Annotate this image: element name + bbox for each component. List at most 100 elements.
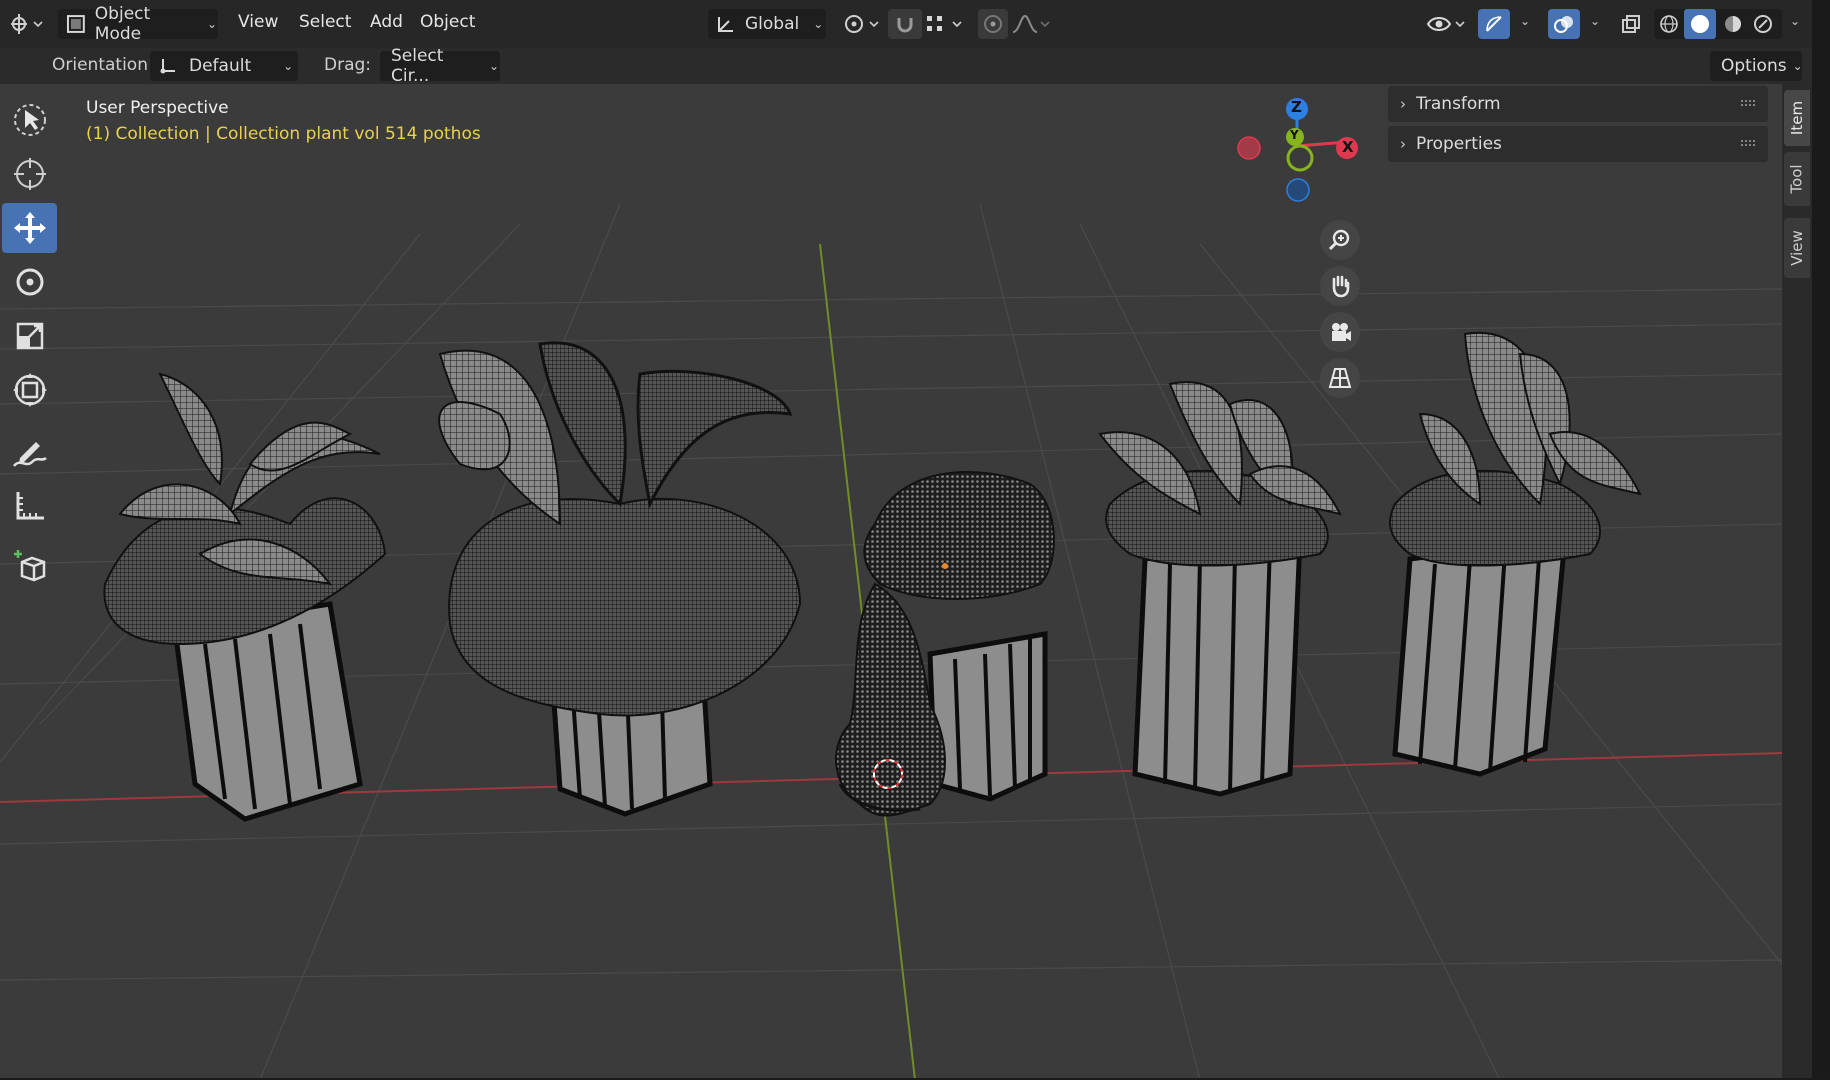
drag-grip-icon[interactable] bbox=[1740, 99, 1756, 107]
shading-rendered-button[interactable] bbox=[1748, 9, 1778, 39]
xray-toggle[interactable] bbox=[1616, 9, 1646, 39]
shading-dropdown-chevron-icon[interactable]: ⌄ bbox=[1790, 14, 1800, 28]
tab-item-label: Item bbox=[1788, 100, 1806, 136]
transform-panel-label: Transform bbox=[1416, 94, 1501, 114]
eye-icon bbox=[1426, 17, 1465, 31]
chevron-right-icon: › bbox=[1400, 135, 1406, 153]
plant-1[interactable] bbox=[103, 372, 387, 822]
options-dropdown[interactable]: Options ⌄ bbox=[1710, 51, 1803, 81]
xray-icon bbox=[1622, 15, 1640, 33]
overlays-icon bbox=[1554, 16, 1573, 33]
viewport-header: Object Mode ⌄ View Select Add Object Glo… bbox=[0, 0, 1830, 48]
material-sphere-icon bbox=[1725, 16, 1741, 32]
menu-add[interactable]: Add bbox=[370, 12, 403, 32]
gizmo-icon bbox=[1486, 16, 1502, 32]
plant-2[interactable] bbox=[438, 341, 802, 817]
orientation-dropdown[interactable]: Default ⌄ bbox=[150, 51, 298, 81]
orientation-axes-icon bbox=[718, 17, 733, 32]
select-cursor-icon bbox=[13, 104, 46, 136]
object-mode-icon bbox=[66, 15, 85, 33]
3d-cursor-tool-icon bbox=[13, 158, 46, 190]
overlays-toggle[interactable] bbox=[1548, 9, 1580, 39]
editor-type-button[interactable] bbox=[6, 10, 46, 38]
tab-tool-label: Tool bbox=[1788, 164, 1807, 194]
tool-measure[interactable] bbox=[2, 481, 57, 531]
tab-view[interactable]: View bbox=[1784, 218, 1810, 278]
chevron-right-icon: › bbox=[1400, 95, 1406, 113]
perspective-toggle-button[interactable] bbox=[1320, 358, 1360, 398]
collection-info: (1) Collection | Collection plant vol 51… bbox=[86, 124, 481, 144]
menu-view[interactable]: View bbox=[238, 12, 278, 32]
window-edge bbox=[1812, 0, 1830, 1080]
drag-grip-icon[interactable] bbox=[1740, 139, 1756, 147]
shading-material-button[interactable] bbox=[1718, 9, 1748, 39]
proportional-editing-toggle[interactable] bbox=[978, 9, 1008, 39]
rotate-icon bbox=[16, 268, 43, 296]
add-cube-icon bbox=[13, 550, 45, 582]
plant-4[interactable] bbox=[1098, 381, 1342, 797]
tool-move[interactable] bbox=[2, 203, 57, 253]
properties-panel-label: Properties bbox=[1416, 134, 1502, 154]
camera-icon bbox=[1332, 323, 1351, 341]
chevron-down-icon: ⌄ bbox=[813, 17, 824, 31]
shading-wireframe-button[interactable] bbox=[1654, 9, 1684, 39]
chevron-down-icon: ⌄ bbox=[206, 17, 217, 31]
gizmo-neg-y-handle[interactable] bbox=[1286, 144, 1314, 172]
gizmo-z-label: Z bbox=[1291, 98, 1302, 116]
properties-panel-header[interactable]: › Properties bbox=[1388, 126, 1768, 162]
zoom-button[interactable] bbox=[1320, 220, 1360, 260]
menu-object[interactable]: Object bbox=[420, 12, 475, 32]
gizmo-y-label: Y bbox=[1290, 128, 1299, 142]
camera-view-button[interactable] bbox=[1320, 312, 1360, 352]
view-name: User Perspective bbox=[86, 98, 229, 118]
shading-solid-button[interactable] bbox=[1684, 9, 1716, 39]
tool-transform[interactable] bbox=[2, 365, 57, 415]
transform-orientation-dropdown[interactable]: Global ⌄ bbox=[708, 9, 826, 39]
gizmo-dropdown-chevron-icon[interactable]: ⌄ bbox=[1520, 14, 1530, 28]
orientation-value: Default bbox=[189, 56, 252, 76]
zoom-magnifier-icon bbox=[1328, 229, 1350, 251]
shading-mode-group bbox=[1654, 9, 1782, 39]
overlays-dropdown-chevron-icon[interactable]: ⌄ bbox=[1590, 14, 1600, 28]
tool-select-box[interactable] bbox=[2, 95, 57, 145]
tool-rotate[interactable] bbox=[2, 257, 57, 307]
pivot-point-button[interactable] bbox=[838, 9, 882, 39]
tool-scale[interactable] bbox=[2, 311, 57, 361]
tab-tool[interactable]: Tool bbox=[1784, 152, 1810, 206]
tool-settings-bar: Orientation: Default ⌄ Drag: Select Cir.… bbox=[0, 46, 1830, 86]
transform-orientation-label: Global bbox=[745, 14, 800, 34]
orientation-gizmo-icon bbox=[160, 59, 175, 74]
drag-label: Drag: bbox=[324, 55, 372, 75]
plant-3-pothos[interactable] bbox=[835, 471, 1055, 817]
gizmo-toggle[interactable] bbox=[1478, 9, 1510, 39]
options-label: Options bbox=[1721, 56, 1787, 76]
visibility-dropdown[interactable] bbox=[1424, 9, 1468, 39]
tool-add-cube[interactable] bbox=[2, 541, 57, 591]
snap-increment-icon bbox=[927, 16, 962, 31]
falloff-button[interactable] bbox=[1010, 9, 1056, 39]
magnet-icon bbox=[897, 18, 913, 33]
menu-select[interactable]: Select bbox=[299, 12, 351, 32]
snap-toggle[interactable] bbox=[888, 9, 922, 39]
transform-panel-header[interactable]: › Transform bbox=[1388, 86, 1768, 122]
drag-value: Select Cir... bbox=[391, 46, 444, 86]
falloff-curve-icon bbox=[1012, 14, 1050, 33]
gizmo-neg-x-handle[interactable] bbox=[1237, 136, 1261, 160]
tool-annotate[interactable] bbox=[2, 427, 57, 477]
proportional-edit-icon bbox=[984, 15, 1002, 33]
snap-target-button[interactable] bbox=[922, 9, 968, 39]
gizmo-neg-z-handle[interactable] bbox=[1286, 178, 1310, 202]
scale-icon bbox=[16, 322, 43, 350]
mode-dropdown[interactable]: Object Mode ⌄ bbox=[58, 4, 218, 44]
plant-5[interactable] bbox=[1389, 331, 1642, 777]
pivot-point-icon bbox=[845, 15, 879, 33]
drag-dropdown[interactable]: Select Cir... ⌄ bbox=[380, 46, 500, 86]
editor-type-icon bbox=[11, 14, 43, 34]
tool-cursor[interactable] bbox=[2, 149, 57, 199]
gizmo-x-label: X bbox=[1342, 138, 1354, 156]
ruler-icon bbox=[16, 492, 44, 520]
move-arrows-icon bbox=[13, 212, 46, 244]
3d-viewport[interactable]: User Perspective (1) Collection | Collec… bbox=[0, 84, 1782, 1080]
pan-button[interactable] bbox=[1320, 266, 1360, 306]
tab-item[interactable]: Item bbox=[1784, 90, 1810, 146]
